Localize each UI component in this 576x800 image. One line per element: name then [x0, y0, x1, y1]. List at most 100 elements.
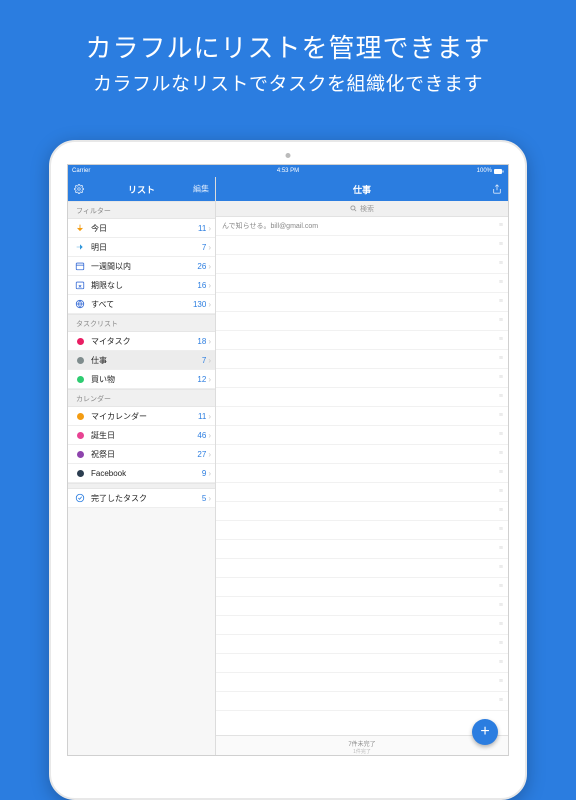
chevron-right-icon: ›	[208, 337, 211, 346]
chevron-right-icon: ›	[208, 224, 211, 233]
task-row[interactable]: ≡	[216, 236, 508, 255]
sidebar: リスト 編集 フィルター 今日11›明日7›一週間以内26›期限なし16›すべて…	[68, 177, 216, 755]
task-row[interactable]: ≡	[216, 331, 508, 350]
task-row[interactable]: ≡	[216, 293, 508, 312]
drag-handle-icon[interactable]: ≡	[499, 642, 502, 646]
task-row[interactable]: ≡	[216, 388, 508, 407]
drag-handle-icon[interactable]: ≡	[499, 281, 502, 285]
drag-handle-icon[interactable]: ≡	[499, 224, 502, 228]
task-row[interactable]: ≡	[216, 369, 508, 388]
task-list: んで知らせる。bill@gmail.com≡≡≡≡≡≡≡≡≡≡≡≡≡≡≡≡≡≡≡…	[216, 217, 508, 755]
chevron-right-icon: ›	[208, 412, 211, 421]
share-icon	[492, 184, 502, 194]
battery-label: 100%	[477, 168, 492, 174]
drag-handle-icon[interactable]: ≡	[499, 661, 502, 665]
task-row[interactable]: ≡	[216, 502, 508, 521]
sidebar-item-tasklist[interactable]: マイタスク18›	[68, 332, 215, 351]
promo-subtitle: カラフルなリストでタスクを組織化できます	[0, 69, 576, 96]
color-dot-icon	[74, 335, 86, 347]
drag-handle-icon[interactable]: ≡	[499, 243, 502, 247]
row-label: マイタスク	[91, 336, 197, 347]
drag-handle-icon[interactable]: ≡	[499, 528, 502, 532]
drag-handle-icon[interactable]: ≡	[499, 471, 502, 475]
add-task-button[interactable]: +	[472, 719, 498, 745]
task-row[interactable]: ≡	[216, 616, 508, 635]
drag-handle-icon[interactable]: ≡	[499, 338, 502, 342]
task-row[interactable]: ≡	[216, 692, 508, 711]
task-row[interactable]: ≡	[216, 540, 508, 559]
task-row[interactable]: ≡	[216, 255, 508, 274]
drag-handle-icon[interactable]: ≡	[499, 547, 502, 551]
drag-handle-icon[interactable]: ≡	[499, 395, 502, 399]
drag-handle-icon[interactable]: ≡	[499, 452, 502, 456]
color-dot-icon	[74, 448, 86, 460]
row-label: マイカレンダー	[91, 411, 198, 422]
drag-handle-icon[interactable]: ≡	[499, 566, 502, 570]
chevron-right-icon: ›	[208, 431, 211, 440]
drag-handle-icon[interactable]: ≡	[499, 623, 502, 627]
drag-handle-icon[interactable]: ≡	[499, 357, 502, 361]
sidebar-item-tasklist[interactable]: 仕事7›	[68, 351, 215, 370]
check-icon	[74, 492, 86, 504]
drag-handle-icon[interactable]: ≡	[499, 490, 502, 494]
task-row[interactable]: ≡	[216, 350, 508, 369]
drag-handle-icon[interactable]: ≡	[499, 300, 502, 304]
sidebar-item-filter[interactable]: すべて130›	[68, 295, 215, 314]
settings-button[interactable]	[74, 184, 84, 194]
sidebar-item-calendar[interactable]: 祝祭日27›	[68, 445, 215, 464]
share-button[interactable]	[492, 184, 502, 194]
task-row[interactable]: ≡	[216, 673, 508, 692]
section-filters-label: フィルター	[68, 201, 215, 219]
row-label: 買い物	[91, 374, 197, 385]
drag-handle-icon[interactable]: ≡	[499, 699, 502, 703]
task-row[interactable]: ≡	[216, 654, 508, 673]
globe-icon	[74, 298, 86, 310]
chevron-right-icon: ›	[208, 356, 211, 365]
task-row[interactable]: ≡	[216, 483, 508, 502]
drag-handle-icon[interactable]: ≡	[499, 433, 502, 437]
task-row[interactable]: ≡	[216, 445, 508, 464]
drag-handle-icon[interactable]: ≡	[499, 680, 502, 684]
sidebar-item-filter[interactable]: 一週間以内26›	[68, 257, 215, 276]
main-panel: 仕事 検索 んで知らせる。bill@gmail.com≡≡≡≡≡≡≡≡≡≡≡≡≡…	[216, 177, 508, 755]
main-header: 仕事	[216, 177, 508, 201]
drag-handle-icon[interactable]: ≡	[499, 585, 502, 589]
task-row[interactable]: ≡	[216, 559, 508, 578]
task-row[interactable]: ≡	[216, 635, 508, 654]
task-row[interactable]: ≡	[216, 521, 508, 540]
drag-handle-icon[interactable]: ≡	[499, 604, 502, 608]
row-count: 7	[202, 356, 206, 365]
sidebar-item-calendar[interactable]: Facebook9›	[68, 464, 215, 483]
search-bar[interactable]: 検索	[216, 201, 508, 217]
drag-handle-icon[interactable]: ≡	[499, 262, 502, 266]
sidebar-item-filter[interactable]: 期限なし16›	[68, 276, 215, 295]
completed-tasks-row[interactable]: 完了したタスク 5 ›	[68, 489, 215, 508]
sidebar-item-calendar[interactable]: 誕生日46›	[68, 426, 215, 445]
battery-icon	[494, 169, 504, 174]
arrow-right-icon	[74, 241, 86, 253]
edit-button[interactable]: 編集	[193, 184, 209, 195]
task-row[interactable]: ≡	[216, 274, 508, 293]
footer-line2: 1件完了	[216, 748, 508, 755]
task-row[interactable]: ≡	[216, 407, 508, 426]
row-count: 46	[197, 431, 206, 440]
row-count: 27	[197, 450, 206, 459]
drag-handle-icon[interactable]: ≡	[499, 376, 502, 380]
sidebar-item-calendar[interactable]: マイカレンダー11›	[68, 407, 215, 426]
sidebar-item-filter[interactable]: 明日7›	[68, 238, 215, 257]
row-label: すべて	[91, 299, 193, 310]
task-row[interactable]: ≡	[216, 312, 508, 331]
task-row[interactable]: んで知らせる。bill@gmail.com≡	[216, 217, 508, 236]
drag-handle-icon[interactable]: ≡	[499, 414, 502, 418]
task-row[interactable]: ≡	[216, 578, 508, 597]
drag-handle-icon[interactable]: ≡	[499, 509, 502, 513]
sidebar-item-tasklist[interactable]: 買い物12›	[68, 370, 215, 389]
color-dot-icon	[74, 373, 86, 385]
drag-handle-icon[interactable]: ≡	[499, 319, 502, 323]
task-row[interactable]: ≡	[216, 426, 508, 445]
task-row[interactable]: ≡	[216, 597, 508, 616]
sidebar-item-filter[interactable]: 今日11›	[68, 219, 215, 238]
arrow-down-icon	[74, 222, 86, 234]
task-row[interactable]: ≡	[216, 464, 508, 483]
row-label: 一週間以内	[91, 261, 197, 272]
